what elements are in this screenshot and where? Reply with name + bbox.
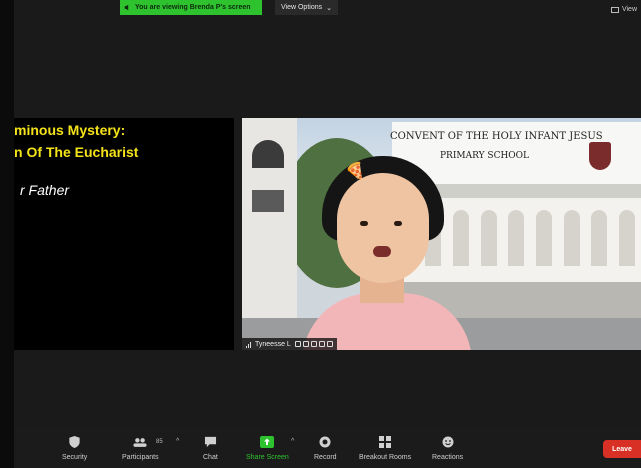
- viewing-banner: You are viewing Brenda P's screen: [120, 0, 262, 15]
- participant-video[interactable]: CONVENT OF THE HOLY INFANT JESUS PRIMARY…: [242, 118, 641, 350]
- breakout-rooms-label: Breakout Rooms: [359, 454, 412, 461]
- participant-count: 85: [156, 439, 163, 445]
- leave-button[interactable]: Leave: [603, 440, 641, 458]
- record-icon: [319, 436, 331, 448]
- participants-label: Participants: [122, 454, 159, 461]
- breakout-rooms-icon: [379, 436, 392, 448]
- slide-title-line-1: minous Mystery:: [14, 122, 126, 138]
- participants-icon: [133, 437, 147, 447]
- pizza-filter-icon: 🍕: [345, 163, 365, 180]
- participant-status-icons: [294, 341, 333, 347]
- school-crest: [589, 142, 611, 170]
- participant-name: Tyneesse L: [255, 340, 291, 348]
- slide-text-line-3: r Father: [20, 182, 70, 198]
- reactions-button[interactable]: Reactions: [432, 436, 463, 461]
- chevron-down-icon: ⌄: [326, 4, 332, 12]
- viewing-banner-text: You are viewing Brenda P's screen: [135, 4, 251, 11]
- school-sign-line-2: PRIMARY SCHOOL: [440, 151, 530, 161]
- view-options-button[interactable]: View Options ⌄: [275, 0, 338, 15]
- record-button[interactable]: Record: [314, 436, 337, 461]
- breakout-rooms-button[interactable]: Breakout Rooms: [359, 436, 411, 461]
- security-label: Security: [62, 454, 88, 461]
- chat-label: Chat: [203, 454, 218, 461]
- share-screen-icon: [260, 436, 275, 448]
- view-label: View: [621, 6, 637, 13]
- school-sign: CONVENT OF THE HOLY INFANT JESUS PRIMARY…: [390, 122, 641, 184]
- share-screen-caret-icon[interactable]: ^: [291, 438, 294, 445]
- view-button[interactable]: View: [610, 6, 637, 13]
- chat-button[interactable]: Chat: [203, 436, 218, 461]
- school-sign-line-1: CONVENT OF THE HOLY INFANT JESUS: [390, 131, 603, 142]
- shield-icon: [69, 436, 80, 448]
- reactions-label: Reactions: [432, 454, 464, 461]
- signal-strength-icon: [246, 341, 251, 348]
- share-screen-label: Share Screen: [246, 454, 289, 461]
- record-label: Record: [314, 454, 337, 461]
- view-options-label: View Options: [281, 4, 323, 11]
- speaker-icon: [124, 4, 129, 11]
- shared-slide: minous Mystery: n Of The Eucharist r Fat…: [14, 118, 234, 350]
- share-screen-button[interactable]: Share Screen: [246, 436, 289, 461]
- security-button[interactable]: Security: [62, 436, 87, 461]
- chat-icon: [204, 436, 216, 448]
- grid-view-icon: [610, 6, 619, 13]
- participant-name-tag: Tyneesse L: [242, 338, 337, 350]
- participants-caret-icon[interactable]: ^: [176, 438, 179, 445]
- participants-button[interactable]: Participants: [122, 436, 159, 461]
- video-tower: [242, 118, 297, 318]
- slide-title-line-2: n Of The Eucharist: [14, 144, 139, 160]
- left-edge-strip: [0, 0, 14, 468]
- meeting-toolbar: Security Participants 85 ^ Chat Share Sc…: [14, 428, 641, 468]
- reactions-icon: [442, 436, 454, 448]
- participant-face: [337, 173, 429, 283]
